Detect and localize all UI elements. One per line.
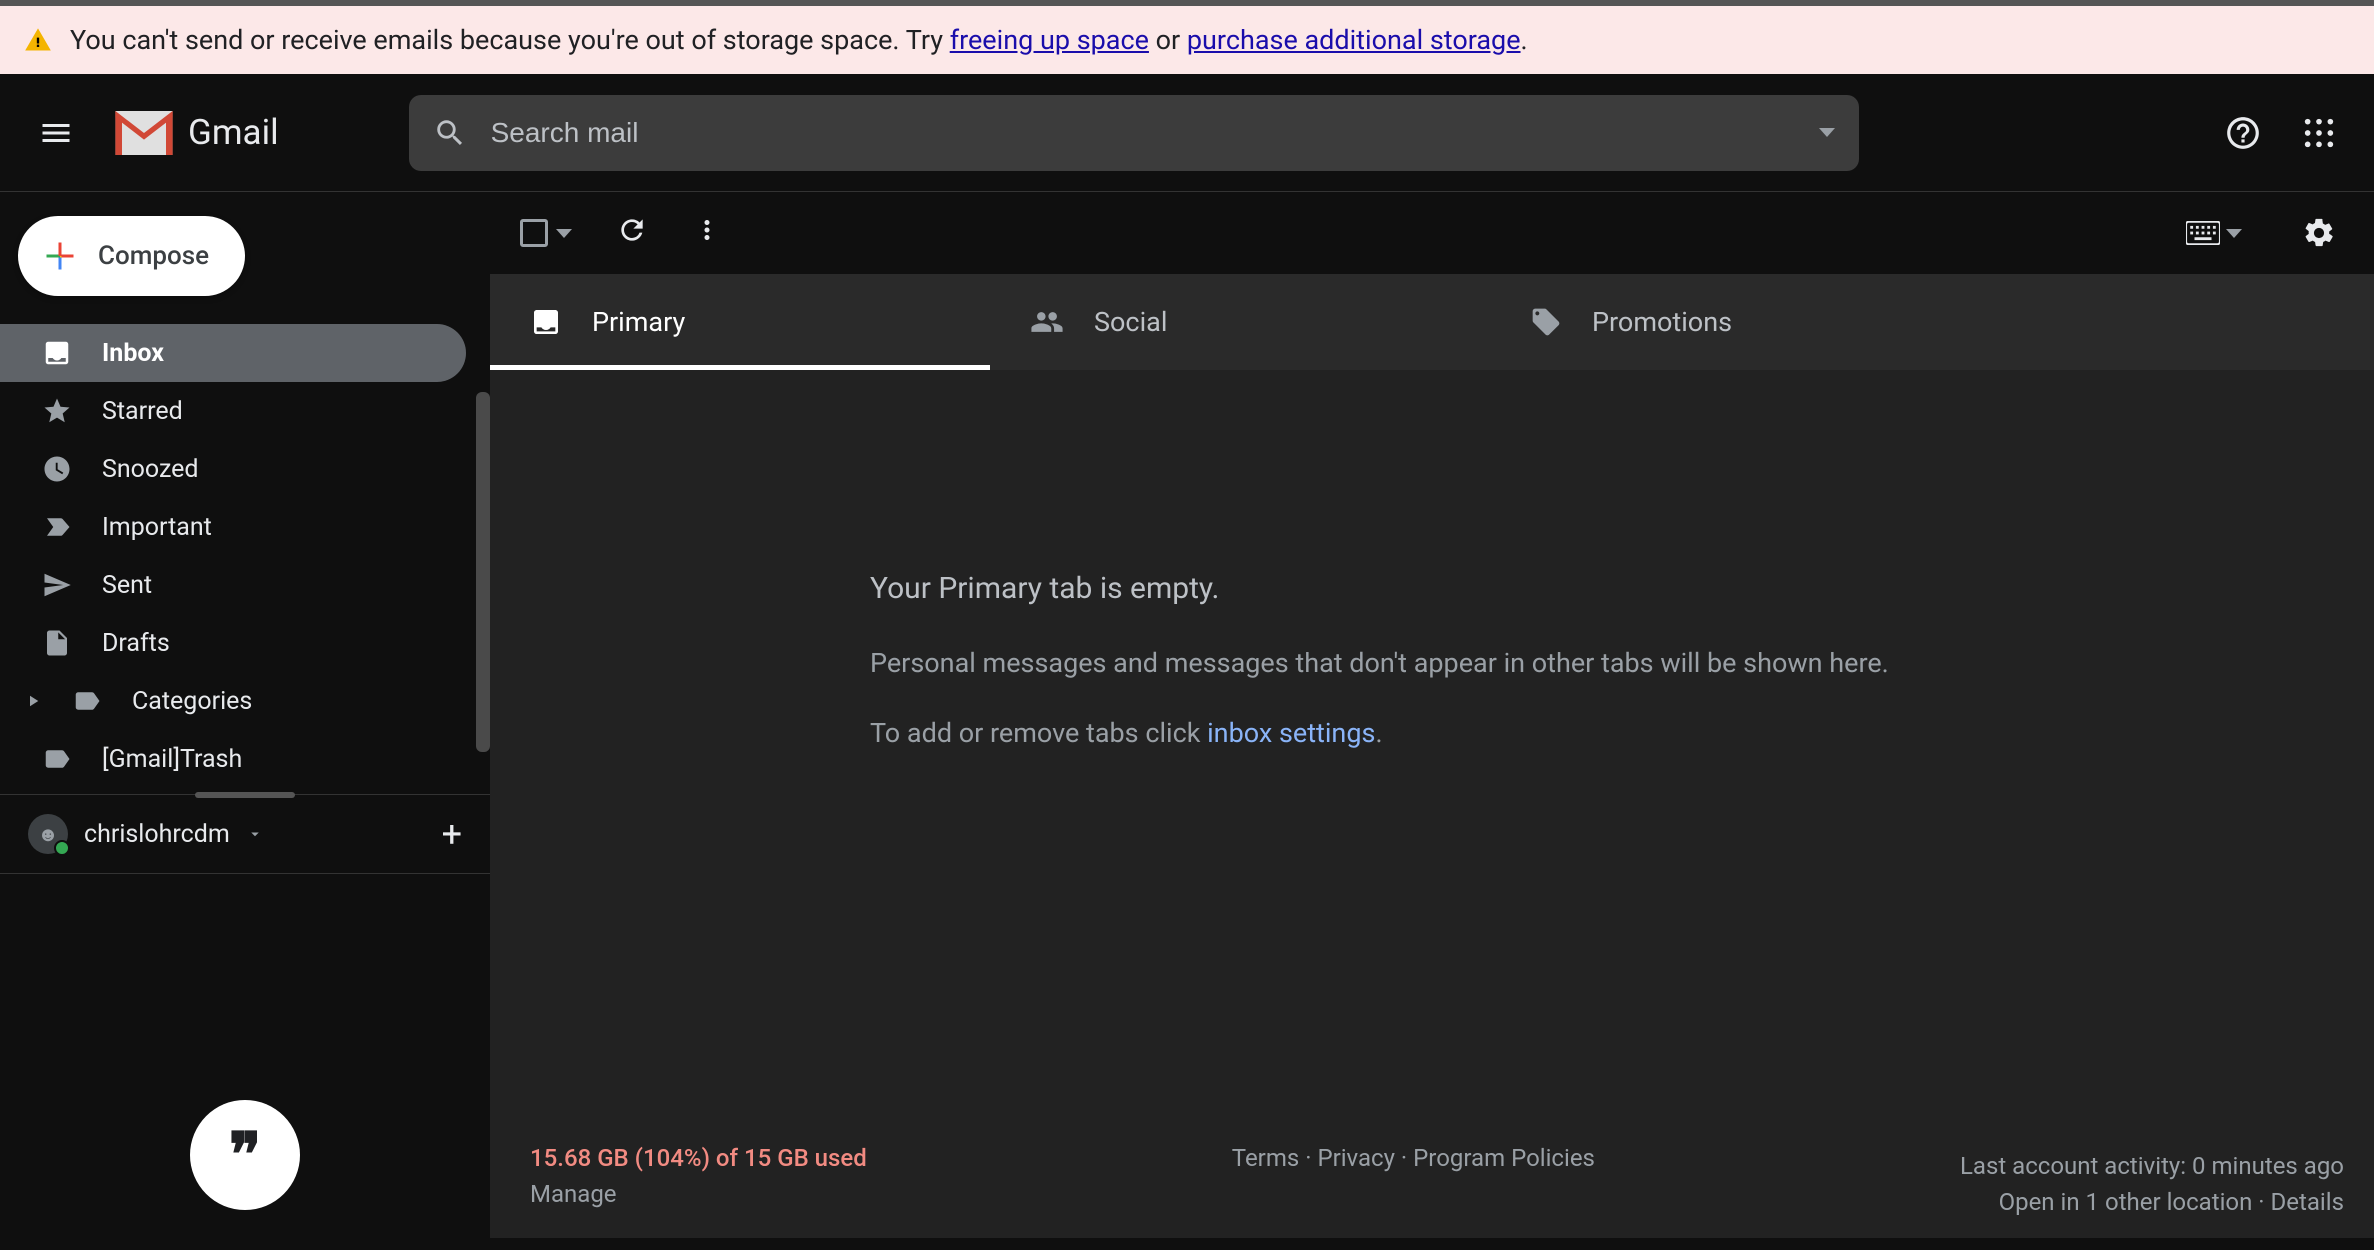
checkbox-icon (520, 219, 548, 247)
clock-icon (42, 454, 72, 484)
input-tools-button[interactable] (2178, 213, 2250, 253)
people-icon (1030, 305, 1064, 339)
settings-button[interactable] (2294, 208, 2344, 258)
tab-label: Promotions (1592, 306, 1732, 338)
terms-link[interactable]: Terms (1232, 1144, 1299, 1172)
presence-indicator (54, 840, 70, 856)
new-conversation-button[interactable]: + (442, 813, 462, 855)
more-button[interactable] (692, 215, 722, 251)
tab-label: Social (1094, 306, 1167, 338)
open-locations: Open in 1 other location (1999, 1188, 2253, 1216)
help-button[interactable] (2216, 106, 2270, 160)
avatar: ☻ (28, 814, 68, 854)
inbox-icon (42, 338, 72, 368)
search-bar[interactable] (409, 95, 1859, 171)
search-icon (433, 116, 467, 150)
manage-storage-link[interactable]: Manage (530, 1180, 617, 1208)
sidebar-item-gmail-trash[interactable]: [Gmail]Trash (0, 730, 466, 788)
chevron-down-icon (2226, 229, 2242, 238)
tag-icon (1530, 306, 1562, 338)
label-icon (42, 744, 72, 774)
sidebar-item-inbox[interactable]: Inbox (0, 324, 466, 382)
star-icon (42, 396, 72, 426)
file-icon (42, 628, 72, 658)
tab-label: Primary (592, 306, 685, 338)
keyboard-icon (2186, 221, 2220, 245)
more-vert-icon (692, 215, 722, 245)
sidebar-item-label: Snoozed (102, 455, 199, 484)
tab-primary[interactable]: Primary (490, 274, 990, 370)
empty-inbox-message: Your Primary tab is empty. Personal mess… (490, 370, 2374, 1238)
search-input[interactable] (491, 117, 1795, 149)
refresh-icon (616, 214, 648, 246)
gear-icon (2302, 216, 2336, 250)
sidebar-item-label: Categories (132, 687, 252, 716)
hangouts-username: chrislohrcdm (84, 820, 230, 849)
quote-icon: ❞ (229, 1120, 261, 1190)
chevron-down-icon (1819, 128, 1835, 137)
apps-grid-icon (2302, 116, 2336, 150)
sidebar-item-label: [Gmail]Trash (102, 745, 242, 774)
hangouts-contact-row[interactable]: ☻ chrislohrcdm + (0, 794, 490, 874)
app-name: Gmail (188, 112, 279, 153)
sidebar-item-drafts[interactable]: Drafts (0, 614, 466, 672)
main-menu-button[interactable] (30, 107, 82, 159)
freeing-up-space-link[interactable]: freeing up space (950, 24, 1149, 56)
label-icon (72, 686, 102, 716)
sidebar-item-starred[interactable]: Starred (0, 382, 466, 440)
purchase-storage-link[interactable]: purchase additional storage (1187, 24, 1521, 56)
app-header: Gmail (0, 74, 2374, 192)
footer: 15.68 GB (104%) of 15 GB used Manage Ter… (530, 1144, 2344, 1216)
empty-title: Your Primary tab is empty. (870, 550, 2374, 628)
tab-social[interactable]: Social (990, 274, 1490, 370)
mail-toolbar (490, 192, 2374, 274)
send-icon (42, 570, 72, 600)
gmail-icon (114, 111, 174, 155)
inbox-icon (530, 306, 562, 338)
folder-nav: Inbox Starred Snoozed Important Sent Dra… (0, 324, 490, 788)
sidebar-item-label: Important (102, 513, 212, 542)
sidebar-item-snoozed[interactable]: Snoozed (0, 440, 466, 498)
google-apps-button[interactable] (2294, 108, 2344, 158)
privacy-link[interactable]: Privacy (1317, 1144, 1395, 1172)
sidebar-item-label: Inbox (102, 339, 164, 368)
compose-label: Compose (98, 241, 209, 271)
compose-button[interactable]: Compose (18, 216, 245, 296)
sidebar-item-label: Starred (102, 397, 183, 426)
sidebar-item-label: Sent (102, 571, 152, 600)
sidebar-item-sent[interactable]: Sent (0, 556, 466, 614)
gmail-logo[interactable]: Gmail (114, 111, 279, 155)
hamburger-icon (38, 115, 74, 151)
chevron-right-icon (24, 692, 42, 710)
storage-usage: 15.68 GB (104%) of 15 GB used (530, 1144, 867, 1172)
main-panel: Primary Social Promotions Your Primary t… (490, 192, 2374, 1238)
search-options-button[interactable] (1819, 128, 1835, 137)
storage-warning-banner: You can't send or receive emails because… (0, 0, 2374, 74)
empty-description: Personal messages and messages that don'… (870, 628, 2374, 698)
category-tabs: Primary Social Promotions (490, 274, 2374, 370)
important-icon (42, 512, 72, 542)
select-all-button[interactable] (520, 219, 572, 247)
sidebar-scrollbar[interactable] (476, 392, 490, 752)
footer-links: Terms · Privacy · Program Policies (1232, 1144, 1595, 1216)
policies-link[interactable]: Program Policies (1413, 1144, 1595, 1172)
sidebar-item-important[interactable]: Important (0, 498, 466, 556)
sidebar-item-categories[interactable]: Categories (0, 672, 466, 730)
last-activity: Last account activity: 0 minutes ago (1960, 1152, 2344, 1180)
empty-settings-hint: To add or remove tabs click inbox settin… (870, 698, 2374, 768)
sidebar: Compose Inbox Starred Snoozed Important … (0, 192, 490, 1238)
banner-text: You can't send or receive emails because… (70, 24, 1528, 56)
sidebar-item-label: Drafts (102, 629, 170, 658)
hangouts-bubble-button[interactable]: ❞ (190, 1100, 300, 1210)
warning-icon (24, 26, 52, 54)
chevron-down-icon (556, 229, 572, 238)
help-icon (2224, 114, 2262, 152)
details-link[interactable]: Details (2271, 1188, 2344, 1216)
refresh-button[interactable] (616, 214, 648, 252)
drag-handle[interactable] (195, 792, 295, 798)
inbox-settings-link[interactable]: inbox settings (1207, 717, 1375, 749)
plus-icon (42, 238, 78, 274)
tab-promotions[interactable]: Promotions (1490, 274, 1990, 370)
chevron-down-icon (246, 825, 264, 843)
